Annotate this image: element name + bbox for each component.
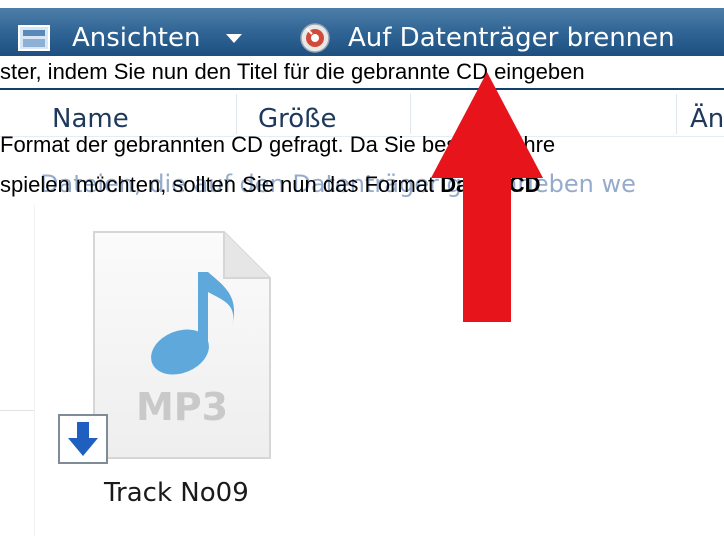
mp3-badge-text: MP3 (136, 385, 228, 429)
mp3-file-icon: MP3 (93, 231, 271, 459)
burn-to-disc-button[interactable]: Auf Datenträger brennen (298, 18, 675, 58)
explorer-window: Ansichten Auf Datenträger brennen ster, … (0, 0, 724, 536)
file-name-label[interactable]: Track No09 (104, 478, 249, 508)
navigation-pane-edge (34, 205, 35, 536)
red-arrow (431, 72, 543, 322)
file-item-track[interactable]: MP3 Track No09 (44, 220, 304, 520)
caption-line-1: ster, indem Sie nun den Titel für die ge… (0, 56, 724, 88)
caption-line-3-text: spielen möchten, sollten Sie nun das For… (0, 172, 441, 197)
shortcut-overlay (58, 414, 108, 464)
views-button[interactable]: Ansichten (18, 18, 243, 58)
views-icon (18, 25, 50, 51)
shortcut-arrow-icon (68, 422, 98, 456)
burn-disc-icon (300, 23, 330, 53)
burn-label: Auf Datenträger brennen (348, 23, 675, 53)
caption-line-3: spielen möchten, sollten Sie nun das For… (0, 166, 724, 204)
caption-line-2: Format der gebrannten CD gefragt. Da Sie… (0, 132, 556, 157)
navigation-pane-divider (0, 410, 34, 411)
chevron-down-icon[interactable] (226, 33, 243, 43)
views-label: Ansichten (72, 23, 201, 53)
